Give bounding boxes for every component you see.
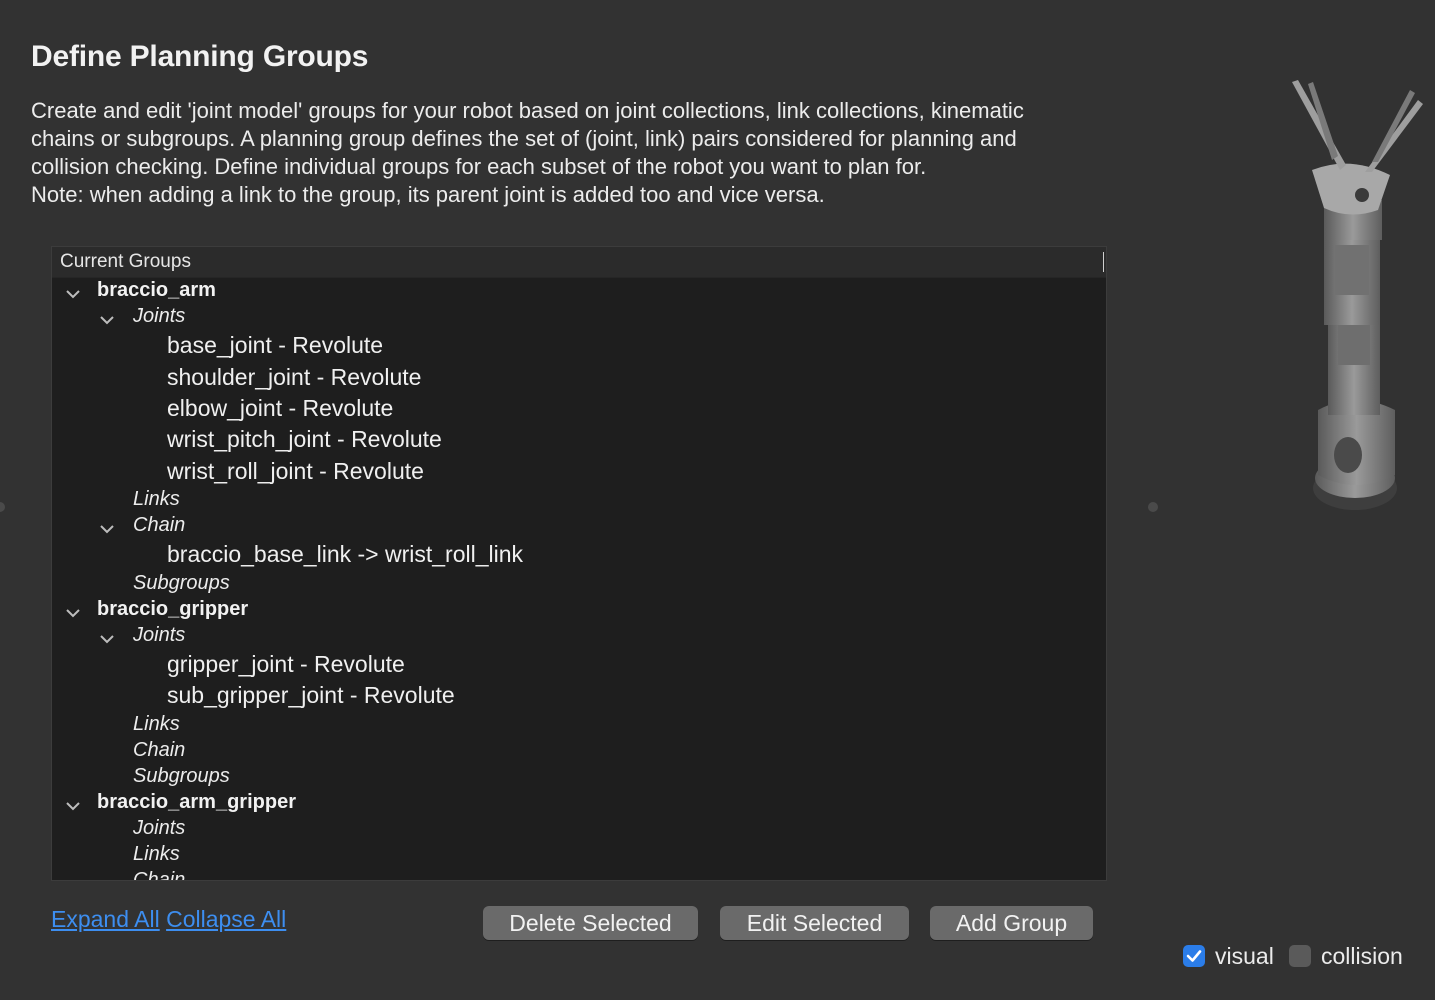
tree-item-joint[interactable]: sub_gripper_joint - Revolute [167,682,455,709]
check-icon [1186,950,1202,962]
chevron-down-icon[interactable] [98,311,116,329]
tree-item-chain-link[interactable]: braccio_base_link -> wrist_roll_link [167,541,523,568]
chevron-down-icon[interactable] [64,285,82,303]
tree-item-subgroups[interactable]: Subgroups [133,765,230,788]
splitter-handle-left[interactable] [0,502,5,512]
description-line: chains or subgroups. A planning group de… [31,126,1017,151]
column-resize-handle[interactable] [1103,252,1104,272]
tree-item-joint[interactable]: shoulder_joint - Revolute [167,364,421,391]
tree-item-joint[interactable]: wrist_pitch_joint - Revolute [167,426,442,453]
groups-tree[interactable]: Current Groups braccio_arm Joints base_j… [51,246,1107,881]
planning-groups-pane: Define Planning Groups Create and edit '… [0,0,1435,1000]
visual-label: visual [1215,943,1274,969]
visual-checkbox[interactable] [1183,945,1205,967]
collision-label: collision [1321,943,1403,969]
description-line: collision checking. Define individual gr… [31,154,927,179]
tree-item-chain[interactable]: Chain [133,869,185,880]
add-group-button[interactable]: Add Group [930,906,1093,940]
robot-model-icon [1292,80,1423,510]
tree-item-joint[interactable]: elbow_joint - Revolute [167,395,393,422]
tree-item-joint[interactable]: wrist_roll_joint - Revolute [167,458,424,485]
tree-item-links[interactable]: Links [133,713,180,736]
tree-item-joints[interactable]: Joints [133,305,185,328]
chevron-down-icon[interactable] [64,797,82,815]
description-line: Create and edit 'joint model' groups for… [31,98,1024,123]
delete-selected-button[interactable]: Delete Selected [483,906,698,940]
tree-item-links[interactable]: Links [133,488,180,511]
chevron-down-icon[interactable] [64,604,82,622]
collision-checkbox[interactable] [1289,945,1311,967]
page-description: Create and edit 'joint model' groups for… [31,97,1141,209]
description-line: Note: when adding a link to the group, i… [31,182,825,207]
splitter-handle-right[interactable] [1148,502,1158,512]
tree-item-braccio-arm-gripper[interactable]: braccio_arm_gripper [97,791,296,814]
chevron-down-icon[interactable] [98,520,116,538]
tree-item-joints[interactable]: Joints [133,817,185,840]
collapse-all-link[interactable]: Collapse All [166,906,286,932]
chevron-down-icon[interactable] [98,630,116,648]
tree-item-links[interactable]: Links [133,843,180,866]
tree-item-joint[interactable]: gripper_joint - Revolute [167,651,405,678]
tree-item-joints[interactable]: Joints [133,624,185,647]
tree-item-chain[interactable]: Chain [133,739,185,762]
tree-item-chain[interactable]: Chain [133,514,185,537]
tree-item-braccio-gripper[interactable]: braccio_gripper [97,598,248,621]
expand-collapse-links: Expand All Collapse All [51,906,286,933]
edit-selected-button[interactable]: Edit Selected [720,906,909,940]
tree-header-label: Current Groups [60,251,191,272]
tree-item-joint[interactable]: base_joint - Revolute [167,332,383,359]
tree-item-subgroups[interactable]: Subgroups [133,572,230,595]
page-title: Define Planning Groups [31,40,369,73]
tree-column-header[interactable]: Current Groups [52,247,1106,278]
robot-3d-view[interactable] [1200,60,1435,540]
tree-item-braccio-arm[interactable]: braccio_arm [97,279,216,302]
expand-all-link[interactable]: Expand All [51,906,160,932]
